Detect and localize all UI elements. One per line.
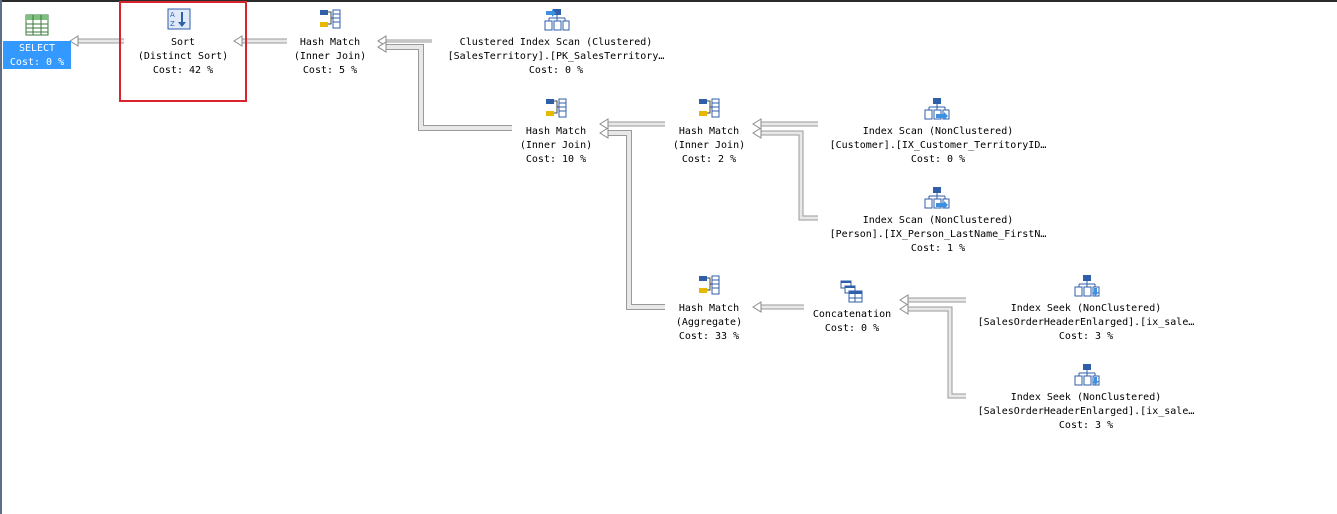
index-seek-icon <box>1074 364 1100 386</box>
index-seek-node-2[interactable]: Index Seek (NonClustered) [SalesOrderHea… <box>960 363 1212 433</box>
hash-match-subtitle: (Inner Join) <box>672 140 746 151</box>
hash-match-title: Hash Match <box>299 37 361 48</box>
hash-match-inner-join-node[interactable]: Hash Match (Inner Join) Cost: 5 % <box>280 8 380 78</box>
hash-match-icon <box>546 98 567 118</box>
index-scan-person-node[interactable]: Index Scan (NonClustered) [Person].[IX_P… <box>812 186 1064 256</box>
index-scan-cost: Cost: 1 % <box>910 243 966 254</box>
concatenation-icon <box>840 280 863 303</box>
hash-match-aggregate-node[interactable]: Hash Match (Aggregate) Cost: 33 % <box>659 274 759 344</box>
index-seek-object: [SalesOrderHeaderEnlarged].[ix_sale… <box>977 406 1195 417</box>
index-seek-object: [SalesOrderHeaderEnlarged].[ix_sale… <box>977 317 1195 328</box>
select-node[interactable]: SELECT Cost: 0 % <box>3 14 71 70</box>
index-seek-cost: Cost: 3 % <box>1058 331 1114 342</box>
arrow-seek1-to-concat <box>899 294 966 306</box>
index-seek-title: Index Seek (NonClustered) <box>1010 303 1162 314</box>
svg-text:A: A <box>170 11 175 19</box>
hash-match-icon <box>699 98 720 118</box>
index-scan-icon <box>924 187 950 209</box>
clustered-index-scan-node[interactable]: Clustered Index Scan (Clustered) [SalesT… <box>430 8 682 78</box>
hash-match-title: Hash Match <box>678 126 740 137</box>
sort-subtitle: (Distinct Sort) <box>137 51 229 62</box>
hash-match-inner-join-node[interactable]: Hash Match (Inner Join) Cost: 2 % <box>659 97 759 167</box>
cis-cost: Cost: 0 % <box>528 65 584 76</box>
index-seek-title: Index Seek (NonClustered) <box>1010 392 1162 403</box>
index-scan-object: [Person].[IX_Person_LastName_FirstN… <box>829 229 1047 240</box>
index-scan-cost: Cost: 0 % <box>910 154 966 165</box>
sort-title: Sort <box>170 37 196 48</box>
hash-match-subtitle: (Inner Join) <box>519 140 593 151</box>
select-title: SELECT <box>18 43 56 54</box>
cis-title: Clustered Index Scan (Clustered) <box>459 37 653 48</box>
concatenation-cost: Cost: 0 % <box>824 323 880 334</box>
result-grid-icon <box>25 14 49 36</box>
index-scan-title: Index Scan (NonClustered) <box>862 215 1014 226</box>
index-scan-icon <box>924 98 950 120</box>
clustered-index-scan-icon <box>544 9 570 31</box>
hash-match-subtitle: (Aggregate) <box>675 317 743 328</box>
arrow-seek2-to-concat <box>899 303 966 399</box>
hash-match-inner-join-node[interactable]: Hash Match (Inner Join) Cost: 10 % <box>506 97 606 167</box>
hash-match-cost: Cost: 33 % <box>678 331 740 342</box>
sort-icon: A Z <box>167 8 191 30</box>
sort-cost: Cost: 42 % <box>152 65 214 76</box>
concatenation-node[interactable]: Concatenation Cost: 0 % <box>800 280 904 336</box>
svg-text:Z: Z <box>170 20 175 28</box>
hash-match-cost: Cost: 2 % <box>681 154 737 165</box>
concatenation-title: Concatenation <box>812 309 892 320</box>
hash-match-icon <box>699 275 720 295</box>
arrow-hash4-to-hash2 <box>599 127 665 310</box>
arrow-hash3-to-hash2 <box>599 118 665 130</box>
index-scan-title: Index Scan (NonClustered) <box>862 126 1014 137</box>
sort-node[interactable]: A Z Sort (Distinct Sort) Cost: 42 % <box>119 8 247 78</box>
arrow-concat-to-hash4 <box>752 301 804 313</box>
hash-match-title: Hash Match <box>525 126 587 137</box>
index-seek-node-1[interactable]: Index Seek (NonClustered) [SalesOrderHea… <box>960 274 1212 344</box>
index-seek-icon <box>1074 275 1100 297</box>
hash-match-title: Hash Match <box>678 303 740 314</box>
index-scan-object: [Customer].[IX_Customer_TerritoryID… <box>829 140 1047 151</box>
cis-object: [SalesTerritory].[PK_SalesTerritory… <box>447 51 665 62</box>
select-cost: Cost: 0 % <box>9 57 65 68</box>
arrow-is1-to-hash3 <box>752 118 818 130</box>
hash-match-icon <box>320 9 341 29</box>
hash-match-cost: Cost: 5 % <box>302 65 358 76</box>
arrow-sort-to-select <box>69 35 124 47</box>
index-scan-customer-node[interactable]: Index Scan (NonClustered) [Customer].[IX… <box>812 97 1064 167</box>
hash-match-subtitle: (Inner Join) <box>293 51 367 62</box>
arrow-is2-to-hash3 <box>752 127 818 221</box>
hash-match-cost: Cost: 10 % <box>525 154 587 165</box>
index-seek-cost: Cost: 3 % <box>1058 420 1114 431</box>
